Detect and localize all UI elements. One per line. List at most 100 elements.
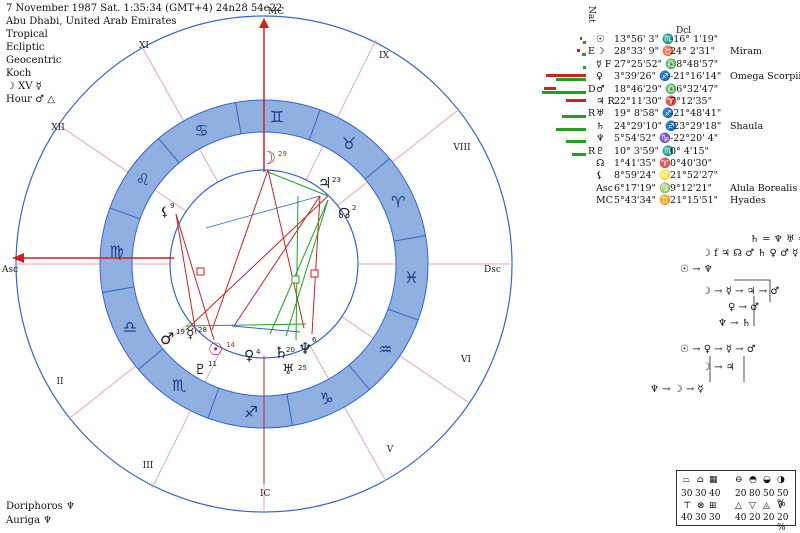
legend-shape-5-icon: ◓	[749, 475, 757, 485]
house-numeral: XI	[139, 41, 149, 51]
table-row: R ♅ 19° 8'58" ♐ -21°48'41"	[540, 108, 800, 120]
row-flag: D	[588, 83, 596, 95]
mars-degree: 19	[176, 328, 185, 336]
table-row: ☊ 1°41'35" ♈ 0°40'30"	[540, 158, 800, 170]
row-planet: ♃ R	[596, 96, 615, 107]
mercury-degree: 28	[198, 326, 207, 334]
legend-shape-8-icon: ⊤	[683, 501, 692, 511]
asc-label: Asc	[1, 265, 18, 275]
legend-shape-10-icon: ⊞	[709, 501, 717, 511]
legend-r2c4: 40	[735, 513, 747, 523]
row-declination: - 8°48'57"	[670, 58, 719, 70]
sign-glyph: ♓	[404, 268, 418, 287]
row-declination: 21°15'51"	[670, 195, 718, 207]
table-row: D ♂ 18°46'29" ♎ - 6°32'47"	[540, 84, 800, 96]
row-flag: E	[588, 46, 595, 58]
legend-r1c2: 30	[695, 489, 707, 499]
sign-glyph: ♉	[342, 134, 356, 153]
dsc-label: Dsc	[484, 265, 501, 275]
sign-glyph: ♒	[378, 340, 392, 359]
legend-r2c7: 20 %	[777, 513, 789, 533]
legend-shape-12-icon: ▽	[749, 501, 756, 511]
row-position: 8°59'24" ♌	[614, 170, 671, 182]
row-position: 13°56' 3" ♏	[614, 34, 674, 45]
table-row: R ♇ 10° 3'59" ♏ 0° 4'15"	[540, 146, 800, 158]
table-row: MC 5°43'34" ♊ 21°15'51" Hyades	[540, 195, 800, 207]
row-declination: 0° 4'15"	[670, 145, 709, 157]
row-position: 10° 3'59" ♏	[614, 145, 674, 157]
row-declination: 24° 2'31"	[670, 46, 715, 58]
strength-bars	[540, 97, 586, 107]
moon-degree: 29	[278, 150, 287, 158]
strength-bars	[540, 85, 586, 95]
row-star: Omega Scorpii	[730, 71, 800, 83]
row-position: 19° 8'58" ♐	[614, 108, 674, 120]
row-position: 1°41'35" ♈	[614, 158, 671, 169]
row-position: 18°46'29" ♎	[614, 83, 677, 95]
legend-shape-3-icon: ▦	[709, 475, 718, 485]
jupiter-degree: 23	[332, 176, 341, 184]
row-planet: ♄	[596, 120, 605, 132]
neptune-degree: 6	[312, 336, 317, 344]
row-planet: ☊	[596, 158, 605, 169]
neptune-glyph: ♆	[298, 339, 312, 358]
sign-glyph: ♎	[123, 318, 137, 337]
mercury-glyph: ☿	[186, 326, 195, 342]
row-declination: -21°48'41"	[670, 108, 722, 120]
row-position: 3°39'26" ♐	[614, 71, 671, 83]
table-row: ♃ R 22°11'30" ♈ 7°12'35"	[540, 96, 800, 108]
pluto-degree: 11	[208, 360, 217, 368]
row-star: Alula Borealis	[730, 182, 798, 194]
col-header-nat: Nat	[586, 6, 596, 23]
row-position: 27°25'52" ♎	[614, 58, 677, 70]
legend-r1c4: 20	[735, 489, 747, 499]
venus-glyph: ♀	[244, 348, 254, 364]
row-planet: MC	[596, 195, 613, 207]
moon-glyph: ☽	[260, 148, 276, 169]
table-row: ⚸ 8°59'24" ♌ 21°52'27"	[540, 170, 800, 182]
sign-glyph: ♏	[172, 376, 186, 395]
strength-bars	[540, 60, 586, 70]
sign-glyph: ♐	[244, 402, 258, 421]
sun-degree: 14	[226, 341, 235, 349]
element-legend: ⏢ ⌂ ▦ ⊖ ◓ ◒ ◑ 30 30 40 20 80 50 50 % ⊤ ⊗…	[676, 470, 796, 533]
row-planet: ♀	[596, 71, 603, 83]
legend-r2c5: 20	[749, 513, 761, 523]
legend-r2c3: 30	[709, 513, 721, 523]
mc-arrow	[259, 18, 269, 28]
house-numeral: IX	[379, 51, 390, 61]
pluto-glyph: ♇	[194, 362, 207, 378]
mc-label: MC	[268, 7, 284, 17]
legend-r1c6: 50	[763, 489, 775, 499]
ic-label: IC	[260, 489, 271, 499]
star-doriphoros: Doriphoros ♆	[6, 501, 75, 512]
strength-bars	[540, 159, 586, 169]
legend-shape-2-icon: ⌂	[697, 475, 704, 485]
sign-glyph: ♈	[391, 192, 405, 211]
row-planet: ☿ F	[596, 58, 612, 70]
legend-r1c5: 80	[749, 489, 761, 499]
strength-bars	[540, 134, 586, 144]
table-row: E ☽ 28°33' 9" ♉ 24° 2'31" Miram	[540, 46, 800, 58]
table-row: ♀ 3°39'26" ♐ -21°16'14" Omega Scorpii	[540, 71, 800, 83]
strength-bars	[540, 47, 586, 57]
row-declination: 9°12'21"	[670, 182, 712, 194]
sign-glyph: ♊	[270, 108, 284, 127]
strength-bars	[540, 109, 586, 119]
table-row: Asc 6°17'19" ♍ 9°12'21" Alula Borealis	[540, 183, 800, 195]
uranus-degree: 25	[298, 364, 307, 372]
strength-bars	[540, 122, 586, 132]
saturn-degree: 20	[286, 346, 295, 354]
row-planet: ♂	[596, 83, 605, 95]
sun-glyph: ☉	[208, 340, 223, 360]
fixed-stars: Doriphoros ♆ Auriga ♆	[6, 500, 75, 528]
sign-glyph: ♌	[136, 170, 150, 189]
row-declination: -21°16'14"	[670, 71, 722, 83]
uranus-glyph: ♅	[282, 362, 295, 378]
legend-shape-11-icon: △	[735, 501, 742, 511]
row-declination: 7°12'35"	[670, 96, 712, 107]
row-declination: -23°29'18"	[670, 120, 722, 132]
row-position: 5°54'52" ♑	[614, 133, 671, 145]
row-declination: -22°20' 4"	[670, 133, 719, 145]
strength-bars	[540, 196, 586, 206]
